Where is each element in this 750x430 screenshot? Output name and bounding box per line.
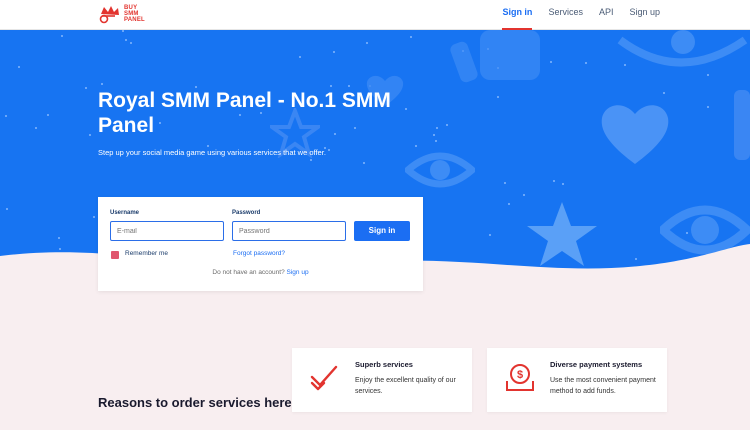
feature-desc: Enjoy the excellent quality of our servi… xyxy=(355,377,456,395)
feature-card: $ Diverse payment systems Use the most c… xyxy=(487,348,667,412)
reasons-heading: Reasons to order services here xyxy=(98,395,292,410)
hero-dot xyxy=(707,106,709,108)
no-account-text: Do not have an account? xyxy=(212,269,285,276)
password-label: Password xyxy=(232,210,261,216)
hero-dot xyxy=(47,114,49,116)
hero-dot xyxy=(328,149,330,151)
payment-icon: $ xyxy=(506,364,534,391)
logo-text-line: PANEL xyxy=(124,17,145,23)
hero-dot xyxy=(410,36,412,38)
login-card: Username Password Sign in Remember me Fo… xyxy=(98,197,423,291)
hero-dot xyxy=(348,85,350,87)
nav-sign-in[interactable]: Sign in xyxy=(502,0,533,30)
hero-dot xyxy=(6,208,8,210)
eye-top-icon xyxy=(617,30,748,67)
top-navbar: BUY SMM PANEL Sign in Services API Sign … xyxy=(0,0,750,30)
hero-dot xyxy=(436,127,438,129)
remember-checkbox[interactable] xyxy=(111,251,119,259)
hero-dot xyxy=(122,30,124,32)
hero-dot xyxy=(61,35,63,37)
hero-dot xyxy=(207,145,209,147)
hero-dot xyxy=(5,115,7,117)
eye-icon xyxy=(405,152,475,188)
hero-dot xyxy=(523,194,525,196)
hero-dot xyxy=(310,159,312,161)
hero-dot xyxy=(89,134,91,136)
hero-dot xyxy=(85,87,87,89)
hero-dot xyxy=(18,66,20,68)
hero-dot xyxy=(366,42,368,44)
svg-text:$: $ xyxy=(517,369,523,381)
hero-dot xyxy=(130,42,132,44)
username-label: Username xyxy=(110,210,140,216)
hero-dot xyxy=(330,85,332,87)
remember-label[interactable]: Remember me xyxy=(125,250,168,257)
heart-icon xyxy=(601,105,669,164)
hero-dot xyxy=(35,127,37,129)
feature-desc: Use the most convenient payment method t… xyxy=(550,377,656,395)
logo[interactable]: BUY SMM PANEL xyxy=(98,3,158,25)
forgot-password-link[interactable]: Forgot password? xyxy=(233,250,285,257)
hero-dot xyxy=(333,51,335,53)
hero-dot xyxy=(93,216,95,218)
password-input[interactable] xyxy=(232,221,346,241)
nav-sign-up[interactable]: Sign up xyxy=(629,0,660,30)
hero-dot xyxy=(504,182,506,184)
username-input[interactable] xyxy=(110,221,224,241)
hero-subtitle: Step up your social media game using var… xyxy=(98,148,326,157)
hero-dot xyxy=(562,183,564,185)
sign-in-button[interactable]: Sign in xyxy=(354,221,410,241)
like-icon xyxy=(450,30,540,83)
feature-card: Superb services Enjoy the excellent qual… xyxy=(292,348,472,412)
hero-dot xyxy=(508,203,510,205)
hero-dot xyxy=(125,39,127,41)
feature-title: Diverse payment systems xyxy=(550,360,643,369)
hero-dot xyxy=(446,124,448,126)
hero-dot xyxy=(585,62,587,64)
hero-dot xyxy=(363,162,365,164)
hero-dot xyxy=(663,92,665,94)
hero-dot xyxy=(553,180,555,182)
hero-title: Royal SMM Panel - No.1 SMM Panel xyxy=(98,89,391,137)
hero-dot xyxy=(101,83,103,85)
sign-up-link[interactable]: Sign up xyxy=(287,269,309,276)
hero-dot xyxy=(433,134,435,136)
nav-api[interactable]: API xyxy=(599,0,614,30)
no-account-line: Do not have an account? Sign up xyxy=(98,269,423,276)
crown-logo-icon xyxy=(99,6,119,24)
nav-services[interactable]: Services xyxy=(548,0,583,30)
feature-title: Superb services xyxy=(355,360,413,369)
hero-dot xyxy=(299,56,301,58)
checkmark-icon xyxy=(310,365,338,391)
shape-edge xyxy=(734,90,750,160)
main-nav: Sign in Services API Sign up xyxy=(486,0,660,30)
